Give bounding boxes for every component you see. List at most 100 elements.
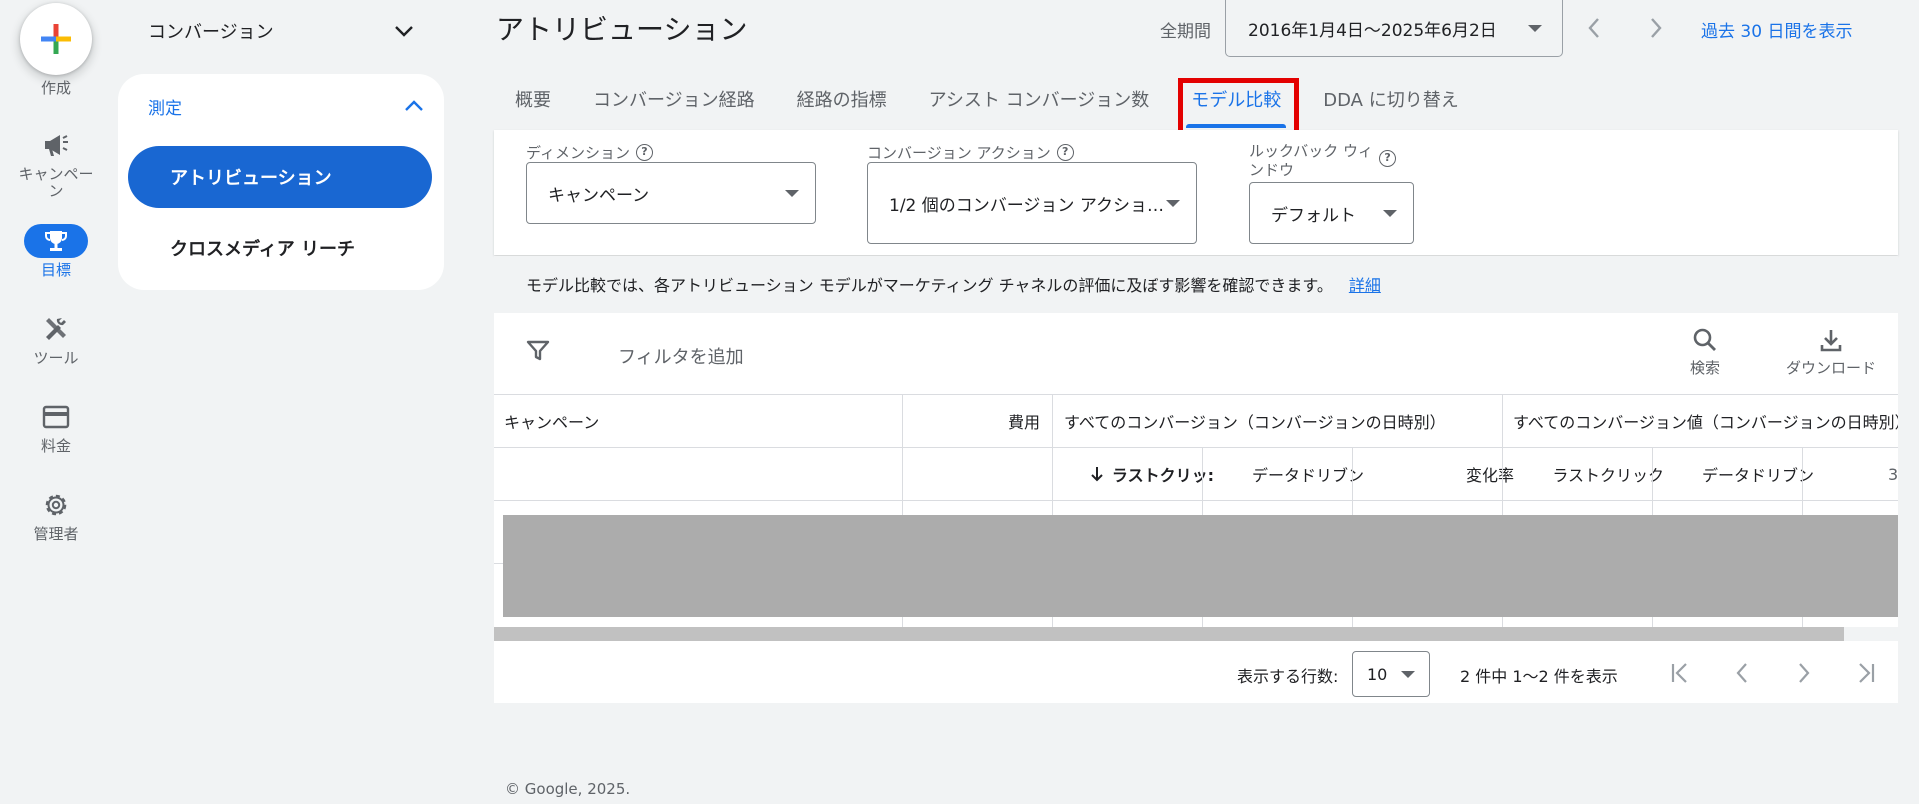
nav-measurement-card: 測定 アトリビューション クロスメディア リーチ (118, 74, 444, 290)
column-group-all-conversions: すべてのコンバージョン（コンバージョンの日時別） (1064, 413, 1446, 432)
previous-page-button[interactable] (1726, 657, 1758, 689)
lookback-value: デフォルト (1271, 205, 1356, 226)
search-icon (1693, 328, 1716, 351)
rail-label-billing: 料金 (40, 437, 71, 455)
trophy-icon (45, 231, 67, 251)
column-header-value-last-click[interactable]: ラストクリック (1522, 448, 1664, 500)
chevron-left-icon (1736, 663, 1747, 683)
search-button[interactable]: 検索 (1690, 327, 1720, 378)
nav-measurement-section[interactable]: 測定 (148, 92, 424, 120)
table-toolbar: フィルタを追加 検索 ダウンロード (494, 313, 1898, 395)
previous-period-button[interactable] (1578, 12, 1610, 44)
chevron-right-icon (1799, 663, 1810, 683)
next-page-button[interactable] (1788, 657, 1820, 689)
nav-item-attribution[interactable]: アトリビューション (128, 146, 432, 208)
dropdown-arrow-icon (1383, 209, 1397, 217)
credit-card-icon (42, 405, 70, 429)
last-30-days-link[interactable]: 過去 30 日間を表示 (1701, 17, 1852, 42)
vertical-scrollbar[interactable] (1902, 0, 1919, 804)
lookback-label: ルックバック ウィ ンドウ (1249, 142, 1373, 180)
rows-per-page-value: 10 (1367, 664, 1388, 684)
help-icon[interactable]: ? (635, 144, 653, 161)
date-range-picker[interactable]: 2016年1月4日～2025年6月2日 (1225, 0, 1563, 57)
filter-icon (526, 340, 550, 361)
chevron-up-icon (405, 100, 423, 111)
left-rail: 作成 キャンペーン 目標 ツール 料金 管理者 (0, 0, 112, 804)
chevron-right-icon (1651, 18, 1662, 38)
tab-switch-to-dda[interactable]: DDA に切り替え (1302, 74, 1479, 130)
dropdown-arrow-icon (1166, 199, 1180, 207)
next-period-button[interactable] (1640, 12, 1672, 44)
horizontal-scrollbar[interactable] (494, 627, 1898, 641)
rail-item-goals[interactable]: 目標 (0, 224, 112, 279)
rail-icon-wrap (24, 400, 88, 434)
nav-conversions-label: コンバージョン (148, 22, 274, 43)
download-label: ダウンロード (1786, 359, 1877, 377)
arrow-down-icon (1091, 467, 1103, 482)
conversion-action-value: 1/2 個のコンバージョン アクショ… (889, 195, 1164, 216)
lookback-label-row: ルックバック ウィ ンドウ ? (1249, 142, 1397, 180)
rail-label-tools: ツール (33, 349, 79, 367)
column-header-last-click[interactable]: ラストクリッ: (1064, 448, 1214, 500)
table-header-row: キャンペーン 費用 すべてのコンバージョン（コンバージョンの日時別） すべてのコ… (494, 395, 1898, 448)
column-header-data-driven[interactable]: データドリブン (1222, 448, 1364, 500)
column-header-cost[interactable]: 費用 (902, 395, 1040, 447)
gear-icon (45, 494, 67, 516)
page-title: アトリビューション (496, 13, 748, 46)
lookback-label-line2: ンドウ (1249, 161, 1295, 179)
first-page-icon (1671, 663, 1687, 683)
download-icon (1820, 330, 1842, 352)
dropdown-arrow-icon (1528, 24, 1542, 32)
nav-item-cross-media-reach[interactable]: クロスメディア リーチ (128, 218, 432, 278)
column-header-last-click-label: ラストクリッ: (1111, 466, 1214, 485)
tab-overview[interactable]: 概要 (494, 74, 572, 130)
rail-icon-wrap (24, 224, 88, 258)
tab-bar: 概要 コンバージョン経路 経路の指標 アシスト コンバージョン数 モデル比較 D… (494, 74, 1480, 130)
column-header-overflow[interactable]: 3 (1888, 448, 1898, 500)
filter-button[interactable] (526, 339, 550, 367)
help-icon[interactable]: ? (1379, 150, 1397, 167)
help-icon[interactable]: ? (1056, 144, 1074, 161)
pagination-bar: 表示する行数: 10 2 件中 1～2 件を表示 (494, 641, 1898, 703)
dimension-label: ディメンション (526, 144, 630, 162)
redacted-rows-mask (503, 515, 1898, 617)
rail-item-admin[interactable]: 管理者 (0, 488, 112, 543)
rail-label-admin: 管理者 (33, 525, 79, 543)
footer-copyright: © Google, 2025. (505, 780, 631, 798)
last-page-button[interactable] (1850, 657, 1882, 689)
lookback-window-select[interactable]: デフォルト (1249, 182, 1414, 244)
learn-more-link[interactable]: 詳細 (1349, 272, 1381, 296)
conversion-action-label-row: コンバージョン アクション ? (867, 142, 1074, 163)
rows-per-page-select[interactable]: 10 (1352, 651, 1430, 697)
search-label: 検索 (1690, 359, 1721, 377)
create-button[interactable] (20, 3, 92, 75)
date-range-value: 2016年1月4日～2025年6月2日 (1248, 20, 1497, 41)
column-header-campaign[interactable]: キャンペーン (504, 395, 894, 447)
plus-icon (41, 24, 71, 54)
column-header-change-rate[interactable]: 変化率 (1372, 448, 1514, 500)
nav-conversions-header[interactable]: コンバージョン (118, 0, 444, 62)
tab-model-comparison[interactable]: モデル比較 (1170, 74, 1302, 130)
dimension-select[interactable]: キャンペーン (526, 162, 816, 224)
megaphone-icon (45, 135, 68, 156)
conversion-action-select[interactable]: 1/2 個のコンバージョン アクショ… (867, 162, 1197, 244)
secondary-nav: コンバージョン 測定 アトリビューション クロスメディア リーチ (118, 0, 444, 290)
tab-assisted-conversions[interactable]: アシスト コンバージョン数 (908, 74, 1171, 130)
dropdown-arrow-icon (1401, 670, 1415, 678)
first-page-button[interactable] (1664, 657, 1696, 689)
rail-item-campaigns[interactable]: キャンペーン (0, 128, 112, 200)
add-filter-button[interactable]: フィルタを追加 (618, 343, 744, 369)
column-header-value-data-driven[interactable]: データドリブン (1672, 448, 1814, 500)
download-button[interactable]: ダウンロード (1786, 327, 1876, 378)
rail-item-billing[interactable]: 料金 (0, 400, 112, 455)
rail-label-campaigns: キャンペーン (18, 165, 94, 200)
info-text: モデル比較では、各アトリビューション モデルがマーケティング チャネルの評価に及… (526, 276, 1333, 295)
horizontal-scrollbar-thumb[interactable] (494, 627, 1844, 641)
dropdown-arrow-icon (785, 189, 799, 197)
chevron-down-icon (395, 26, 413, 37)
tab-path-metrics[interactable]: 経路の指標 (776, 74, 908, 130)
tab-conversion-paths[interactable]: コンバージョン経路 (572, 74, 776, 130)
dimension-value: キャンペーン (548, 185, 650, 206)
filters-card: ディメンション ? キャンペーン コンバージョン アクション ? 1/2 個のコ… (494, 130, 1898, 255)
rail-item-tools[interactable]: ツール (0, 312, 112, 367)
